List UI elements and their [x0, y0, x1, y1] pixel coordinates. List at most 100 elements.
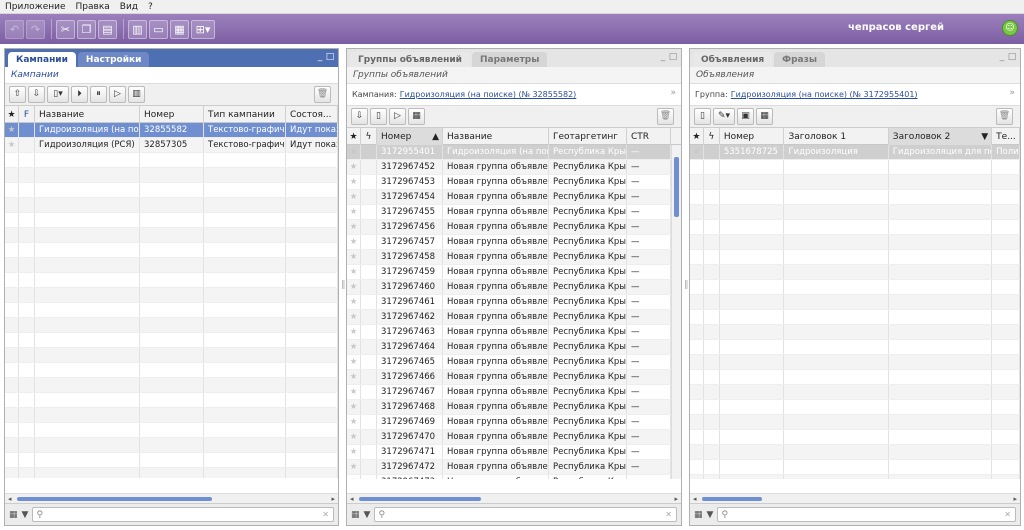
- star-icon[interactable]: ★: [347, 325, 361, 339]
- table-row[interactable]: ★ 3172967464 Новая группа объявле Республик…: [347, 340, 681, 355]
- user-avatar-icon[interactable]: ☺: [1002, 20, 1018, 36]
- star-icon[interactable]: ★: [347, 265, 361, 279]
- star-header-icon[interactable]: ★: [347, 128, 361, 145]
- col-number[interactable]: Номер ▲: [377, 128, 443, 145]
- new-document-icon[interactable]: ▯: [370, 108, 387, 125]
- edit-menu-icon[interactable]: ✎▾: [713, 108, 735, 125]
- resume-icon[interactable]: ▷: [109, 86, 126, 103]
- tab-phrases[interactable]: Фразы: [774, 52, 825, 67]
- table-row[interactable]: ★ 3172967470 Новая группа объявле Республик…: [347, 430, 681, 445]
- star-icon[interactable]: ★: [347, 400, 361, 414]
- menu-app[interactable]: Приложение: [5, 2, 66, 12]
- star-header-icon[interactable]: ★: [5, 106, 19, 123]
- table-row[interactable]: ★ 3172967452 Новая группа объявле Республик…: [347, 160, 681, 175]
- star-icon[interactable]: ★: [347, 235, 361, 249]
- search-input[interactable]: ⚲ ✕: [717, 507, 1016, 522]
- bolt-header-icon[interactable]: ϟ: [361, 128, 377, 145]
- clear-icon[interactable]: ✕: [322, 510, 329, 519]
- star-icon[interactable]: ★: [347, 205, 361, 219]
- new-document-icon[interactable]: ▯: [694, 108, 711, 125]
- paste-icon[interactable]: ▤: [98, 19, 117, 39]
- delete-icon[interactable]: 🗑: [996, 108, 1013, 125]
- table-row[interactable]: ★3172967473Новая группа объявлеРеспублик…: [347, 475, 681, 479]
- star-icon[interactable]: ★: [347, 160, 361, 174]
- horizontal-scrollbar[interactable]: ◂ ▸: [690, 493, 1020, 503]
- table-row[interactable]: ★ 3172967463 Новая группа объявле Республик…: [347, 325, 681, 340]
- table-row[interactable]: ★ 3172967457 Новая группа объявле Республик…: [347, 235, 681, 250]
- tab-ads[interactable]: Объявления: [693, 52, 773, 67]
- star-icon[interactable]: ★: [347, 475, 361, 479]
- horizontal-scrollbar[interactable]: ◂ ▸: [347, 493, 681, 503]
- col-ctr[interactable]: CTR: [627, 128, 671, 145]
- menu-edit[interactable]: Правка: [76, 2, 110, 12]
- tab-parameters[interactable]: Параметры: [471, 52, 548, 67]
- splitter-handle[interactable]: ‖: [684, 280, 689, 290]
- table-row[interactable]: ★ 3172967454 Новая группа объявле Республик…: [347, 190, 681, 205]
- table-icon[interactable]: ▦: [756, 108, 773, 125]
- horizontal-scrollbar[interactable]: ◂ ▸: [5, 493, 338, 503]
- star-icon[interactable]: ★: [347, 280, 361, 294]
- table-row[interactable]: ★ 3172967468 Новая группа объявле Республик…: [347, 400, 681, 415]
- clear-icon[interactable]: ✕: [665, 510, 672, 519]
- filter-icon[interactable]: ▼: [707, 510, 714, 520]
- delete-icon[interactable]: 🗑: [657, 108, 674, 125]
- star-icon[interactable]: ★: [347, 250, 361, 264]
- undo-icon[interactable]: ↶: [5, 19, 24, 39]
- col-number[interactable]: Номер: [140, 106, 204, 123]
- star-header-icon[interactable]: ★: [690, 128, 704, 145]
- star-icon[interactable]: ★: [347, 430, 361, 444]
- col-name[interactable]: Название: [35, 106, 140, 123]
- download-icon[interactable]: ⇩: [351, 108, 368, 125]
- table-row[interactable]: ★ 3172967459 Новая группа объявле Республик…: [347, 265, 681, 280]
- star-icon[interactable]: ★: [347, 340, 361, 354]
- cut-icon[interactable]: ✂: [56, 19, 75, 39]
- resume-icon[interactable]: ▷: [389, 108, 406, 125]
- star-icon[interactable]: ★: [347, 190, 361, 204]
- col-number[interactable]: Номер: [720, 128, 785, 145]
- tab-settings[interactable]: Настройки: [77, 52, 150, 67]
- layout-menu-icon[interactable]: ⊞▾: [191, 19, 215, 39]
- table-row[interactable]: ★ 3172967456 Новая группа объявле Республик…: [347, 220, 681, 235]
- table-row[interactable]: ★ 3172967461 Новая группа объявле Республик…: [347, 295, 681, 310]
- upload-icon[interactable]: ⇧: [9, 86, 26, 103]
- table-icon[interactable]: ▦: [170, 19, 189, 39]
- star-icon[interactable]: ★: [5, 138, 19, 152]
- table-row[interactable]: ★ 5351678725 Гидроизоляция Гидроизоляция…: [690, 145, 1020, 160]
- star-icon[interactable]: ★: [347, 415, 361, 429]
- tab-campaigns[interactable]: Кампании: [8, 52, 76, 67]
- table-row[interactable]: ★ 3172967466 Новая группа объявле Республик…: [347, 370, 681, 385]
- star-icon[interactable]: ★: [5, 123, 19, 137]
- maximize-icon[interactable]: □: [1007, 52, 1017, 62]
- filter-header-icon[interactable]: F: [19, 106, 35, 123]
- table-row[interactable]: ★ 3172967467 Новая группа объявле Республик…: [347, 385, 681, 400]
- maximize-icon[interactable]: □: [325, 52, 335, 62]
- stats-icon[interactable]: ▥: [128, 19, 147, 39]
- col-title1[interactable]: Заголовок 1: [784, 128, 889, 145]
- filter-icon[interactable]: ▼: [364, 510, 371, 520]
- table-row[interactable]: ★ Гидроизоляция (на пои 32855582 Текстов…: [5, 123, 338, 138]
- minimize-icon[interactable]: _: [997, 52, 1007, 62]
- clear-icon[interactable]: ✕: [1004, 510, 1011, 519]
- splitter-handle[interactable]: ‖: [341, 280, 346, 290]
- table-row[interactable]: ★ 3172967458 Новая группа объявле Республик…: [347, 250, 681, 265]
- maximize-icon[interactable]: □: [668, 52, 678, 62]
- table-row[interactable]: ★ 3172967469 Новая группа объявле Республик…: [347, 415, 681, 430]
- col-status[interactable]: Состоя...: [286, 106, 338, 123]
- vertical-scrollbar[interactable]: [671, 145, 681, 479]
- col-text[interactable]: Те...: [992, 128, 1020, 145]
- columns-icon[interactable]: ▦: [694, 510, 703, 520]
- table-row[interactable]: ★ 3172967455 Новая группа объявле Республик…: [347, 205, 681, 220]
- col-geo[interactable]: Геотаргетинг: [549, 128, 627, 145]
- star-icon[interactable]: ★: [347, 220, 361, 234]
- new-document-icon[interactable]: ▯▾: [47, 86, 69, 103]
- collapse-icon[interactable]: »: [670, 88, 676, 98]
- bolt-header-icon[interactable]: ϟ: [704, 128, 720, 145]
- minimize-icon[interactable]: _: [658, 52, 668, 62]
- table-row[interactable]: ★ 3172967465 Новая группа объявле Республик…: [347, 355, 681, 370]
- redo-icon[interactable]: ↷: [26, 19, 45, 39]
- columns-icon[interactable]: ▦: [351, 510, 360, 520]
- campaign-filter-link[interactable]: Гидроизоляция (на поиске) (№ 32855582): [400, 90, 577, 99]
- group-filter-link[interactable]: Гидроизоляция (на поиске) (№ 3172955401): [731, 90, 918, 99]
- star-icon[interactable]: ★: [347, 445, 361, 459]
- star-icon[interactable]: ★: [347, 295, 361, 309]
